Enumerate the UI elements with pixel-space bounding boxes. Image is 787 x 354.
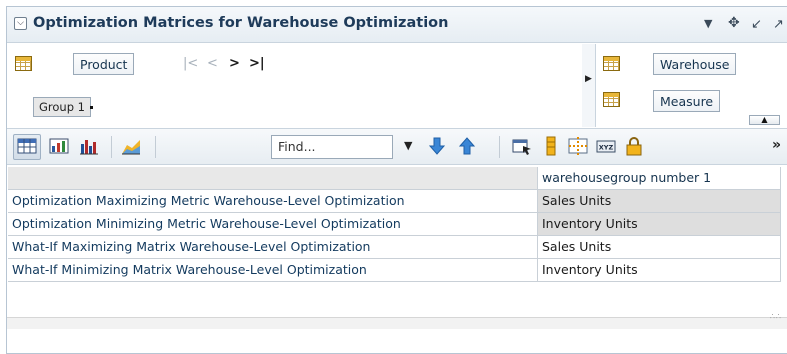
column-header-cell[interactable]: warehousegroup number 1 xyxy=(538,167,781,190)
toolbar-overflow-icon[interactable]: » xyxy=(772,137,781,153)
chart-table-icon[interactable] xyxy=(49,136,69,156)
collapse-toggle-button[interactable]: ⌵ xyxy=(14,17,27,30)
find-down-arrow-icon[interactable] xyxy=(427,136,447,156)
group-member-tag[interactable]: Group 1 xyxy=(33,97,91,117)
row-label-cell[interactable]: Optimization Minimizing Metric Warehouse… xyxy=(8,213,538,236)
row-label-cell[interactable]: Optimization Maximizing Metric Warehouse… xyxy=(8,190,538,213)
toolbar-separator xyxy=(499,136,500,158)
value-cell[interactable]: Sales Units xyxy=(538,190,781,213)
scroll-up-button[interactable]: ▲ xyxy=(749,115,780,125)
xyz-icon[interactable]: XYZ xyxy=(596,136,616,156)
move-icon[interactable]: ✥ xyxy=(728,15,740,31)
maximize-icon[interactable]: ↗ xyxy=(773,17,784,32)
minimize-icon[interactable]: ↙ xyxy=(751,17,762,32)
table-row: What-If Maximizing Matrix Warehouse-Leve… xyxy=(8,236,781,259)
table-row: What-If Minimizing Matrix Warehouse-Leve… xyxy=(8,259,781,282)
value-cell[interactable]: Sales Units xyxy=(538,236,781,259)
view-toolbar: Find... ▼ XYZ » xyxy=(7,128,787,165)
chevron-down-icon[interactable]: ▼ xyxy=(704,17,712,30)
toolbar-separator xyxy=(111,136,112,158)
previous-page-icon[interactable]: < xyxy=(207,56,218,71)
last-page-icon[interactable]: >| xyxy=(249,56,265,71)
bar-chart-icon[interactable] xyxy=(79,136,99,156)
row-header-corner xyxy=(8,167,538,190)
table-footer-strip: ∴∴ xyxy=(7,312,787,329)
split-icon[interactable] xyxy=(568,136,588,156)
measure-edge-grid-icon xyxy=(603,92,620,107)
lock-icon[interactable] xyxy=(624,136,644,156)
svg-text:XYZ: XYZ xyxy=(599,144,614,152)
pivot-splitter[interactable]: ▶ xyxy=(582,44,595,127)
area-chart-icon[interactable] xyxy=(121,136,141,156)
export-icon[interactable] xyxy=(512,136,532,156)
splitter-arrow-icon[interactable]: ▶ xyxy=(585,74,592,84)
warehouse-edge-grid-icon xyxy=(603,56,620,71)
table-header-row: warehousegroup number 1 xyxy=(8,167,781,190)
table-row: Optimization Minimizing Metric Warehouse… xyxy=(8,213,781,236)
panel-title: Optimization Matrices for Warehouse Opti… xyxy=(33,15,449,31)
product-dimension-tag[interactable]: Product xyxy=(73,53,135,75)
next-page-icon[interactable]: > xyxy=(229,56,240,71)
row-label-cell[interactable]: What-If Maximizing Matrix Warehouse-Leve… xyxy=(8,236,538,259)
row-dimension-area: Product |< < > >| Group 1 xyxy=(7,44,582,127)
value-cell[interactable]: Inventory Units xyxy=(538,259,781,282)
value-cell[interactable]: Inventory Units xyxy=(538,213,781,236)
find-options-chevron-icon[interactable]: ▼ xyxy=(404,139,412,152)
resize-grip-icon[interactable]: ∴∴ xyxy=(770,312,782,321)
table-row: Optimization Maximizing Metric Warehouse… xyxy=(8,190,781,213)
find-up-arrow-icon[interactable] xyxy=(457,136,477,156)
drop-marker xyxy=(90,106,93,109)
toolbar-separator xyxy=(155,136,156,158)
row-edge-grid-icon xyxy=(15,56,32,71)
column-icon[interactable] xyxy=(541,136,561,156)
warehouse-dimension-tag[interactable]: Warehouse xyxy=(653,53,737,75)
row-label-cell[interactable]: What-If Minimizing Matrix Warehouse-Leve… xyxy=(8,259,538,282)
find-input[interactable]: Find... xyxy=(271,135,393,159)
first-page-icon[interactable]: |< xyxy=(183,56,198,71)
table-view-icon[interactable] xyxy=(17,136,37,156)
optimization-matrices-panel: ⌵ Optimization Matrices for Warehouse Op… xyxy=(6,6,787,354)
panel-header: ⌵ Optimization Matrices for Warehouse Op… xyxy=(7,7,787,43)
measure-dimension-tag[interactable]: Measure xyxy=(653,90,721,112)
